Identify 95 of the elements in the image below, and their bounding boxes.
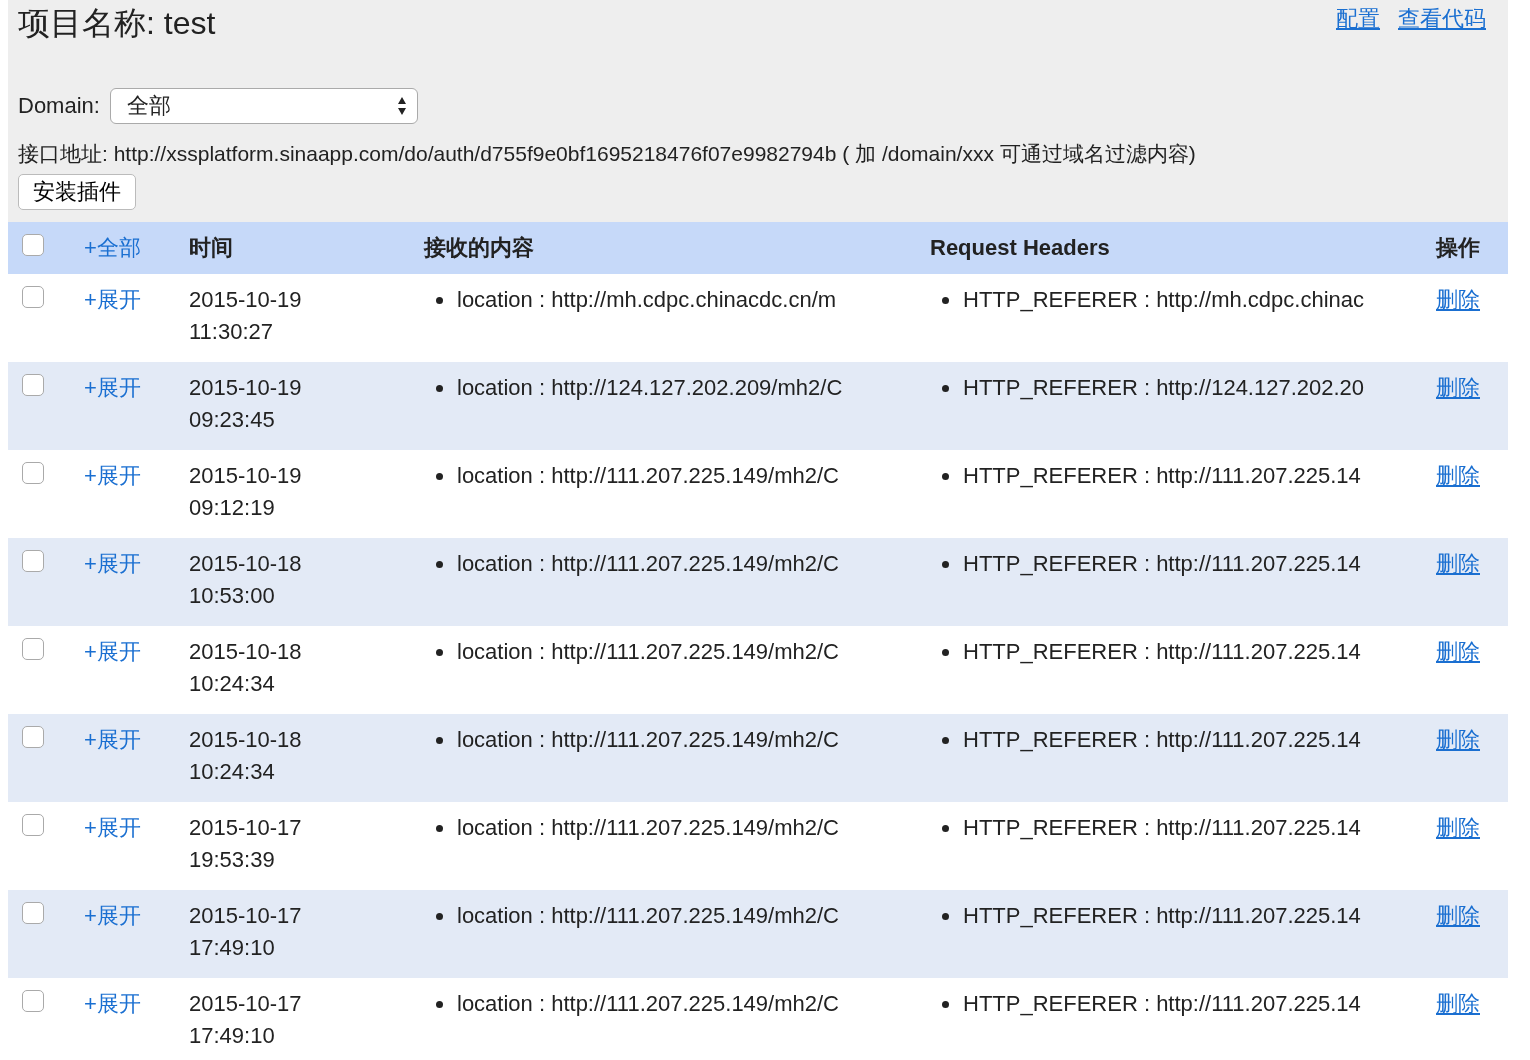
- column-header: 接收的内容: [424, 235, 534, 260]
- column-header: Request Headers: [930, 235, 1110, 260]
- content-item: location : http://111.207.225.149/mh2/C: [457, 902, 839, 930]
- bullet-icon: [436, 472, 443, 480]
- time-cell-text: 09:12:19: [189, 494, 276, 522]
- bullet-icon: [436, 296, 443, 304]
- content-item: location : http://111.207.225.149/mh2/C: [457, 726, 839, 754]
- delete-link[interactable]: 删除: [1436, 903, 1480, 928]
- expand-all-link[interactable]: +全部: [84, 235, 141, 260]
- date-cell-text: 2015-10-17: [189, 902, 303, 930]
- header-link[interactable]: 配置: [1336, 4, 1380, 34]
- column-header: 操作: [1436, 235, 1480, 260]
- row-checkbox[interactable]: [22, 638, 44, 660]
- row-checkbox[interactable]: [22, 462, 44, 484]
- delete-link[interactable]: 删除: [1436, 463, 1480, 488]
- content-item: location : http://111.207.225.149/mh2/C: [457, 638, 839, 666]
- bullet-icon: [436, 1000, 443, 1008]
- header-item: HTTP_REFERER : http://111.207.225.14: [963, 990, 1361, 1018]
- expand-link[interactable]: +展开: [84, 287, 141, 312]
- install-plugin-button[interactable]: 安装插件: [18, 174, 136, 210]
- time-cell-text: 17:49:10: [189, 1022, 276, 1050]
- bullet-icon: [942, 384, 949, 392]
- expand-link[interactable]: +展开: [84, 551, 141, 576]
- time-cell-text: 10:53:00: [189, 582, 276, 610]
- delete-link[interactable]: 删除: [1436, 287, 1480, 312]
- bullet-icon: [436, 384, 443, 392]
- delete-link[interactable]: 删除: [1436, 375, 1480, 400]
- header-item: HTTP_REFERER : http://111.207.225.14: [963, 462, 1361, 490]
- bullet-icon: [942, 736, 949, 744]
- expand-link[interactable]: +展开: [84, 375, 141, 400]
- bullet-icon: [942, 296, 949, 304]
- content-item: location : http://mh.cdpc.chinacdc.cn/m: [457, 286, 837, 314]
- header-item: HTTP_REFERER : http://111.207.225.14: [963, 550, 1361, 578]
- expand-link[interactable]: +展开: [84, 991, 141, 1016]
- bullet-icon: [436, 824, 443, 832]
- delete-link[interactable]: 删除: [1436, 815, 1480, 840]
- time-cell-text: 11:30:27: [189, 318, 274, 346]
- delete-link[interactable]: 删除: [1436, 991, 1480, 1016]
- bullet-icon: [436, 560, 443, 568]
- row-checkbox[interactable]: [22, 550, 44, 572]
- date-cell-text: 2015-10-19: [189, 462, 303, 490]
- header-link[interactable]: 查看代码: [1398, 4, 1486, 34]
- row-checkbox[interactable]: [22, 726, 44, 748]
- content-item: location : http://111.207.225.149/mh2/C: [457, 550, 839, 578]
- bullet-icon: [942, 648, 949, 656]
- header-item: HTTP_REFERER : http://111.207.225.14: [963, 726, 1361, 754]
- time-cell-text: 10:24:34: [189, 758, 276, 786]
- content-item: location : http://124.127.202.209/mh2/C: [457, 374, 843, 402]
- row-checkbox[interactable]: [22, 286, 44, 308]
- bullet-icon: [436, 736, 443, 744]
- date-cell-text: 2015-10-18: [189, 550, 303, 578]
- date-cell-text: 2015-10-19: [189, 374, 303, 402]
- bullet-icon: [942, 1000, 949, 1008]
- delete-link[interactable]: 删除: [1436, 551, 1480, 576]
- column-header: 时间: [189, 235, 233, 260]
- expand-link[interactable]: +展开: [84, 639, 141, 664]
- bullet-icon: [942, 472, 949, 480]
- header-item: HTTP_REFERER : http://mh.cdpc.chinac: [963, 286, 1365, 314]
- bullet-icon: [942, 912, 949, 920]
- date-cell-text: 2015-10-18: [189, 726, 303, 754]
- delete-link[interactable]: 删除: [1436, 727, 1480, 752]
- expand-link[interactable]: +展开: [84, 727, 141, 752]
- header-item: HTTP_REFERER : http://111.207.225.14: [963, 814, 1361, 842]
- content-item: location : http://111.207.225.149/mh2/C: [457, 990, 839, 1018]
- time-cell-text: 10:24:34: [189, 670, 276, 698]
- time-cell-text: 19:53:39: [189, 846, 276, 874]
- date-cell-text: 2015-10-17: [189, 814, 303, 842]
- row-checkbox[interactable]: [22, 374, 44, 396]
- header-item: HTTP_REFERER : http://124.127.202.20: [963, 374, 1365, 402]
- delete-link[interactable]: 删除: [1436, 639, 1480, 664]
- header-item: HTTP_REFERER : http://111.207.225.14: [963, 638, 1361, 666]
- domain-label: Domain:: [18, 93, 100, 119]
- domain-select[interactable]: 全部: [109, 88, 418, 124]
- content-item: location : http://111.207.225.149/mh2/C: [457, 462, 839, 490]
- row-checkbox[interactable]: [22, 814, 44, 836]
- date-cell-text: 2015-10-18: [189, 638, 303, 666]
- date-cell-text: 2015-10-17: [189, 990, 303, 1018]
- select-all-checkbox[interactable]: [22, 234, 44, 256]
- bullet-icon: [436, 648, 443, 656]
- content-item: location : http://111.207.225.149/mh2/C: [457, 814, 839, 842]
- project-title: 项目名称: test: [18, 4, 216, 43]
- time-cell-text: 09:23:45: [189, 406, 276, 434]
- date-cell-text: 2015-10-19: [189, 286, 303, 314]
- endpoint-text: 接口地址: http://xssplatform.sinaapp.com/do/auth/d755f9e0bf1695218476f07e9982794b ( 加 /domain/xxx 可通过域名过滤内容): [18, 141, 1197, 167]
- bullet-icon: [942, 560, 949, 568]
- dropdown-arrows-icon: [396, 95, 407, 117]
- time-cell-text: 17:49:10: [189, 934, 276, 962]
- expand-link[interactable]: +展开: [84, 463, 141, 488]
- row-checkbox[interactable]: [22, 902, 44, 924]
- header-item: HTTP_REFERER : http://111.207.225.14: [963, 902, 1361, 930]
- expand-link[interactable]: +展开: [84, 815, 141, 840]
- row-checkbox[interactable]: [22, 990, 44, 1012]
- expand-link[interactable]: +展开: [84, 903, 141, 928]
- bullet-icon: [436, 912, 443, 920]
- bullet-icon: [942, 824, 949, 832]
